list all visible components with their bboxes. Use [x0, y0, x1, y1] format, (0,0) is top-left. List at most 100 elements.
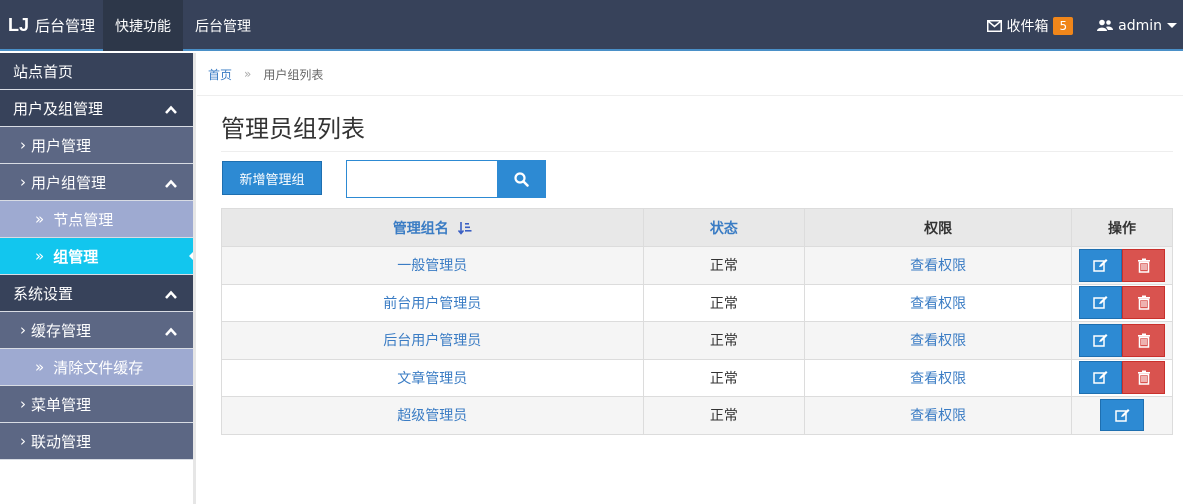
- view-permission-link[interactable]: 查看权限: [910, 296, 966, 312]
- sidebar-item-menu-mgmt[interactable]: › 菜单管理: [0, 386, 193, 423]
- row-actions: [1072, 361, 1172, 395]
- chevron-up-icon: [165, 179, 177, 188]
- sidebar-item-label: 组管理: [53, 247, 99, 266]
- user-menu[interactable]: admin: [1097, 18, 1177, 34]
- sidebar-item-linkage-mgmt[interactable]: › 联动管理: [0, 423, 193, 460]
- view-permission-link[interactable]: 查看权限: [910, 258, 966, 274]
- breadcrumb: 首页 » 用户组列表: [197, 53, 1183, 96]
- sidebar-item-label: 菜单管理: [31, 395, 92, 414]
- arrow-icon: »: [35, 358, 45, 376]
- sidebar-item-label: 联动管理: [31, 432, 92, 451]
- group-name-link[interactable]: 一般管理员: [397, 258, 467, 274]
- view-permission-link[interactable]: 查看权限: [910, 333, 966, 349]
- sidebar-item-label: 缓存管理: [31, 321, 92, 340]
- table-row: 超级管理员 正常 查看权限: [221, 396, 1173, 435]
- edit-button[interactable]: [1100, 399, 1144, 432]
- arrow-icon: ›: [20, 321, 26, 339]
- nav-quick-functions[interactable]: 快捷功能: [103, 0, 183, 51]
- trash-icon: [1137, 258, 1150, 273]
- header-permission: 权限: [804, 208, 1072, 247]
- row-actions: [1072, 248, 1172, 282]
- arrow-icon: ›: [20, 173, 26, 191]
- sidebar-item-cache-mgmt[interactable]: › 缓存管理: [0, 312, 193, 349]
- table-row: 一般管理员 正常 查看权限: [221, 246, 1173, 285]
- delete-button[interactable]: [1122, 286, 1165, 320]
- main-content: 首页 » 用户组列表 管理员组列表 新增管理组 管理组名 状态 权限 操作 一般…: [197, 53, 1183, 504]
- users-icon: [1097, 19, 1114, 31]
- add-group-button[interactable]: 新增管理组: [222, 161, 322, 195]
- inbox-label: 收件箱: [1006, 18, 1049, 35]
- row-actions: [1072, 399, 1172, 432]
- edit-button[interactable]: [1079, 361, 1122, 395]
- edit-button[interactable]: [1079, 248, 1122, 282]
- sidebar-item-group-manage[interactable]: » 组管理: [0, 238, 197, 275]
- group-table: 管理组名 状态 权限 操作 一般管理员 正常 查看权限 前台用户管理员 正常 查看权限 后台…: [221, 208, 1173, 435]
- nav-admin[interactable]: 后台管理: [183, 0, 263, 51]
- arrow-icon: »: [35, 210, 45, 228]
- breadcrumb-separator: »: [244, 67, 252, 81]
- sidebar-item-label: 节点管理: [53, 210, 114, 229]
- sidebar-item-node-mgmt[interactable]: » 节点管理: [0, 201, 193, 238]
- delete-button[interactable]: [1122, 323, 1165, 357]
- group-name-link[interactable]: 文章管理员: [397, 371, 467, 387]
- edit-button[interactable]: [1079, 323, 1122, 357]
- search-button[interactable]: [497, 160, 546, 198]
- table-row: 后台用户管理员 正常 查看权限: [221, 321, 1173, 360]
- chevron-up-icon: [165, 327, 177, 336]
- edit-icon: [1093, 371, 1108, 384]
- sidebar-item-label: 系统设置: [13, 284, 74, 303]
- search-input[interactable]: [346, 160, 498, 198]
- trash-icon: [1137, 333, 1150, 348]
- trash-icon: [1137, 295, 1150, 310]
- group-name-link[interactable]: 后台用户管理员: [383, 333, 481, 349]
- delete-button[interactable]: [1122, 248, 1165, 282]
- actions-cell: [1071, 358, 1173, 397]
- sort-icon: [457, 221, 472, 235]
- page-title: 管理员组列表: [221, 115, 365, 143]
- inbox-link[interactable]: 收件箱 5: [987, 16, 1074, 36]
- arrow-icon: ›: [20, 395, 26, 413]
- header-group-name[interactable]: 管理组名: [221, 208, 644, 247]
- row-actions: [1072, 286, 1172, 320]
- breadcrumb-current: 用户组列表: [263, 67, 324, 82]
- status-cell: 正常: [642, 246, 806, 285]
- caret-down-icon: [1167, 23, 1177, 28]
- edit-icon: [1093, 258, 1108, 272]
- edit-icon: [1093, 333, 1108, 347]
- brand[interactable]: LJ 后台管理: [8, 0, 95, 51]
- delete-button[interactable]: [1122, 361, 1165, 395]
- sidebar-group-users[interactable]: 用户及组管理: [0, 90, 193, 127]
- actions-cell: [1071, 396, 1173, 435]
- header-label: 管理组名: [392, 220, 449, 237]
- user-name: admin: [1118, 17, 1162, 34]
- sidebar-item-user-mgmt[interactable]: › 用户管理: [0, 127, 193, 164]
- view-permission-link[interactable]: 查看权限: [910, 408, 966, 424]
- sidebar-item-home[interactable]: 站点首页: [0, 53, 193, 90]
- trash-icon: [1137, 370, 1150, 385]
- arrow-icon: »: [35, 247, 45, 265]
- table-header-row: 管理组名 状态 权限 操作: [221, 208, 1173, 247]
- edit-icon: [1114, 408, 1129, 422]
- inbox-count-badge: 5: [1053, 16, 1074, 35]
- view-permission-link[interactable]: 查看权限: [910, 371, 966, 387]
- sidebar-item-label: 用户管理: [31, 136, 92, 155]
- sidebar-item-clear-cache[interactable]: » 清除文件缓存: [0, 349, 193, 386]
- sidebar-group-system[interactable]: 系统设置: [0, 275, 193, 312]
- sidebar-item-label: 站点首页: [13, 62, 74, 81]
- arrow-icon: ›: [20, 432, 26, 450]
- breadcrumb-home[interactable]: 首页: [208, 66, 232, 83]
- envelope-icon: [987, 19, 1003, 32]
- group-name-link[interactable]: 超级管理员: [397, 408, 467, 424]
- table-row: 前台用户管理员 正常 查看权限: [221, 283, 1173, 322]
- edit-button[interactable]: [1079, 286, 1122, 320]
- chevron-up-icon: [165, 105, 177, 114]
- actions-cell: [1071, 246, 1173, 285]
- status-cell: 正常: [642, 283, 806, 322]
- title-divider: [221, 151, 1173, 152]
- chevron-up-icon: [165, 290, 177, 299]
- sidebar: 站点首页 用户及组管理 › 用户管理 › 用户组管理 » 节点管理 » 组管理 …: [0, 53, 197, 504]
- arrow-icon: ›: [20, 136, 26, 154]
- header-status[interactable]: 状态: [642, 208, 806, 247]
- group-name-link[interactable]: 前台用户管理员: [383, 296, 481, 312]
- sidebar-item-group-mgmt[interactable]: › 用户组管理: [0, 164, 193, 201]
